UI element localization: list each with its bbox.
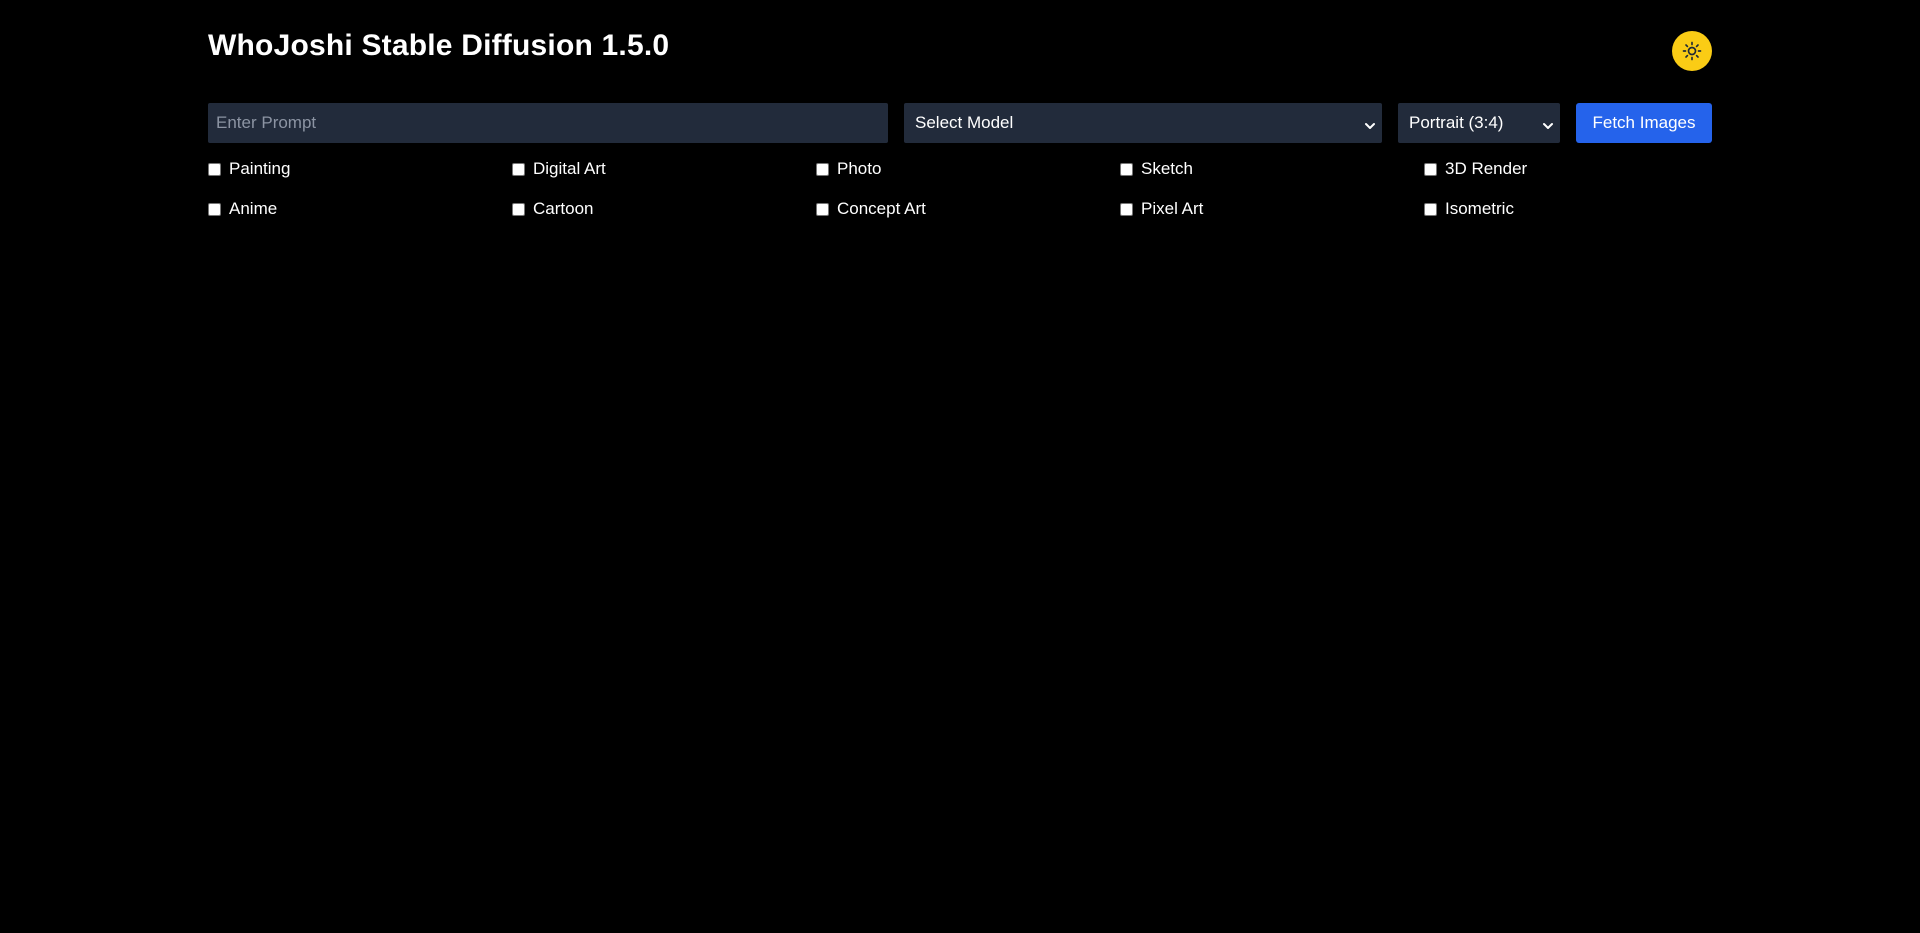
style-option-label: Painting	[229, 159, 291, 178]
page-title: WhoJoshi Stable Diffusion 1.5.0	[208, 29, 670, 62]
anime-checkbox[interactable]	[208, 202, 221, 216]
sketch-checkbox[interactable]	[1120, 162, 1133, 176]
style-option-label: Digital Art	[533, 159, 606, 178]
style-row: Anime Cartoon Concept Art Pixel Art Isom…	[208, 195, 1712, 235]
sun-icon	[1682, 41, 1702, 61]
style-option-cartoon[interactable]: Cartoon	[512, 195, 593, 223]
app-container: WhoJoshi Stable Diffusion 1.5.0 Sel	[208, 0, 1712, 218]
photo-checkbox[interactable]	[816, 162, 829, 176]
fetch-images-button[interactable]: Fetch Images	[1576, 103, 1712, 143]
style-option-3d-render[interactable]: 3D Render	[1424, 155, 1527, 183]
style-option-painting[interactable]: Painting	[208, 155, 290, 183]
aspect-ratio-select-value: Portrait (3:4)	[1409, 113, 1504, 132]
style-option-label: Concept Art	[837, 199, 926, 218]
3d-render-checkbox[interactable]	[1424, 162, 1437, 176]
painting-checkbox[interactable]	[208, 162, 221, 176]
digital-art-checkbox[interactable]	[512, 162, 525, 176]
pixel-art-checkbox[interactable]	[1120, 202, 1133, 216]
theme-toggle-button[interactable]	[1672, 31, 1712, 71]
style-options: Painting Digital Art Photo Sketch 3D Ren…	[208, 155, 1712, 235]
header: WhoJoshi Stable Diffusion 1.5.0	[208, 0, 1712, 100]
style-option-label: Photo	[837, 159, 882, 178]
chevron-down-icon	[1542, 117, 1554, 129]
style-option-digital-art[interactable]: Digital Art	[512, 155, 606, 183]
style-option-photo[interactable]: Photo	[816, 155, 881, 183]
style-option-anime[interactable]: Anime	[208, 195, 277, 223]
style-option-label: Anime	[229, 199, 278, 218]
style-option-label: Cartoon	[533, 199, 594, 218]
style-option-label: Sketch	[1141, 159, 1193, 178]
style-option-sketch[interactable]: Sketch	[1120, 155, 1193, 183]
model-select-value: Select Model	[915, 113, 1014, 132]
style-option-pixel-art[interactable]: Pixel Art	[1120, 195, 1203, 223]
style-option-label: 3D Render	[1445, 159, 1528, 178]
isometric-checkbox[interactable]	[1424, 202, 1437, 216]
style-option-concept-art[interactable]: Concept Art	[816, 195, 926, 223]
controls-bar: Select Model Portrait (3:4) Fetch Images	[208, 103, 1712, 143]
style-option-label: Isometric	[1445, 199, 1514, 218]
prompt-input[interactable]	[208, 103, 888, 143]
concept-art-checkbox[interactable]	[816, 202, 829, 216]
style-row: Painting Digital Art Photo Sketch 3D Ren…	[208, 155, 1712, 195]
style-option-label: Pixel Art	[1141, 199, 1204, 218]
model-select[interactable]: Select Model	[904, 103, 1382, 143]
chevron-down-icon	[1364, 117, 1376, 129]
style-option-isometric[interactable]: Isometric	[1424, 195, 1514, 223]
aspect-ratio-select[interactable]: Portrait (3:4)	[1398, 103, 1560, 143]
cartoon-checkbox[interactable]	[512, 202, 525, 216]
